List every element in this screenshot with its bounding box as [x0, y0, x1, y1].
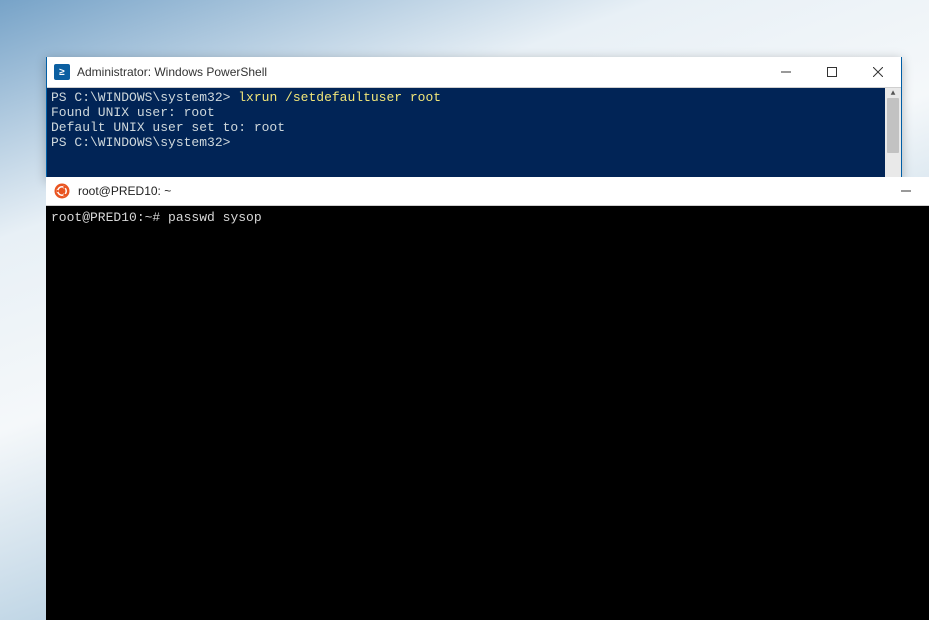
close-button[interactable] — [855, 57, 901, 87]
scroll-up-icon[interactable]: ▲ — [885, 88, 901, 98]
minimize-icon — [781, 67, 791, 77]
scrollbar-thumb[interactable] — [887, 98, 899, 153]
ps-output-line-3: Default UNIX user set to: root — [51, 120, 285, 135]
bash-body[interactable]: root@PRED10:~# passwd sysop — [46, 206, 929, 620]
bash-title: root@PRED10: ~ — [78, 184, 171, 198]
minimize-icon — [901, 186, 911, 196]
minimize-button[interactable] — [883, 176, 929, 206]
bash-command: passwd sysop — [168, 210, 262, 225]
powershell-body[interactable]: PS C:\WINDOWS\system32> lxrun /setdefaul… — [47, 88, 901, 182]
desktop: ≥ Administrator: Windows PowerShell PS C… — [0, 0, 929, 620]
powershell-titlebar[interactable]: ≥ Administrator: Windows PowerShell — [47, 57, 901, 88]
maximize-icon — [827, 67, 837, 77]
ps-prompt-2: PS C:\WINDOWS\system32> — [51, 135, 230, 150]
bash-window[interactable]: root@PRED10: ~ root@PRED10:~# passwd sys… — [46, 177, 929, 620]
powershell-title: Administrator: Windows PowerShell — [77, 65, 267, 79]
bash-titlebar[interactable]: root@PRED10: ~ — [46, 177, 929, 206]
bash-prompt: root@PRED10:~# — [51, 210, 160, 225]
ubuntu-icon — [54, 183, 70, 199]
minimize-button[interactable] — [763, 57, 809, 87]
powershell-icon: ≥ — [54, 64, 70, 80]
powershell-window[interactable]: ≥ Administrator: Windows PowerShell PS C… — [46, 57, 902, 180]
close-icon — [873, 67, 883, 77]
ps-output-line-2: Found UNIX user: root — [51, 105, 215, 120]
scrollbar[interactable]: ▲ ▼ — [885, 88, 901, 182]
ps-command-1: lxrun /setdefaultuser root — [238, 90, 441, 105]
ps-prompt-1: PS C:\WINDOWS\system32> — [51, 90, 230, 105]
maximize-button[interactable] — [809, 57, 855, 87]
